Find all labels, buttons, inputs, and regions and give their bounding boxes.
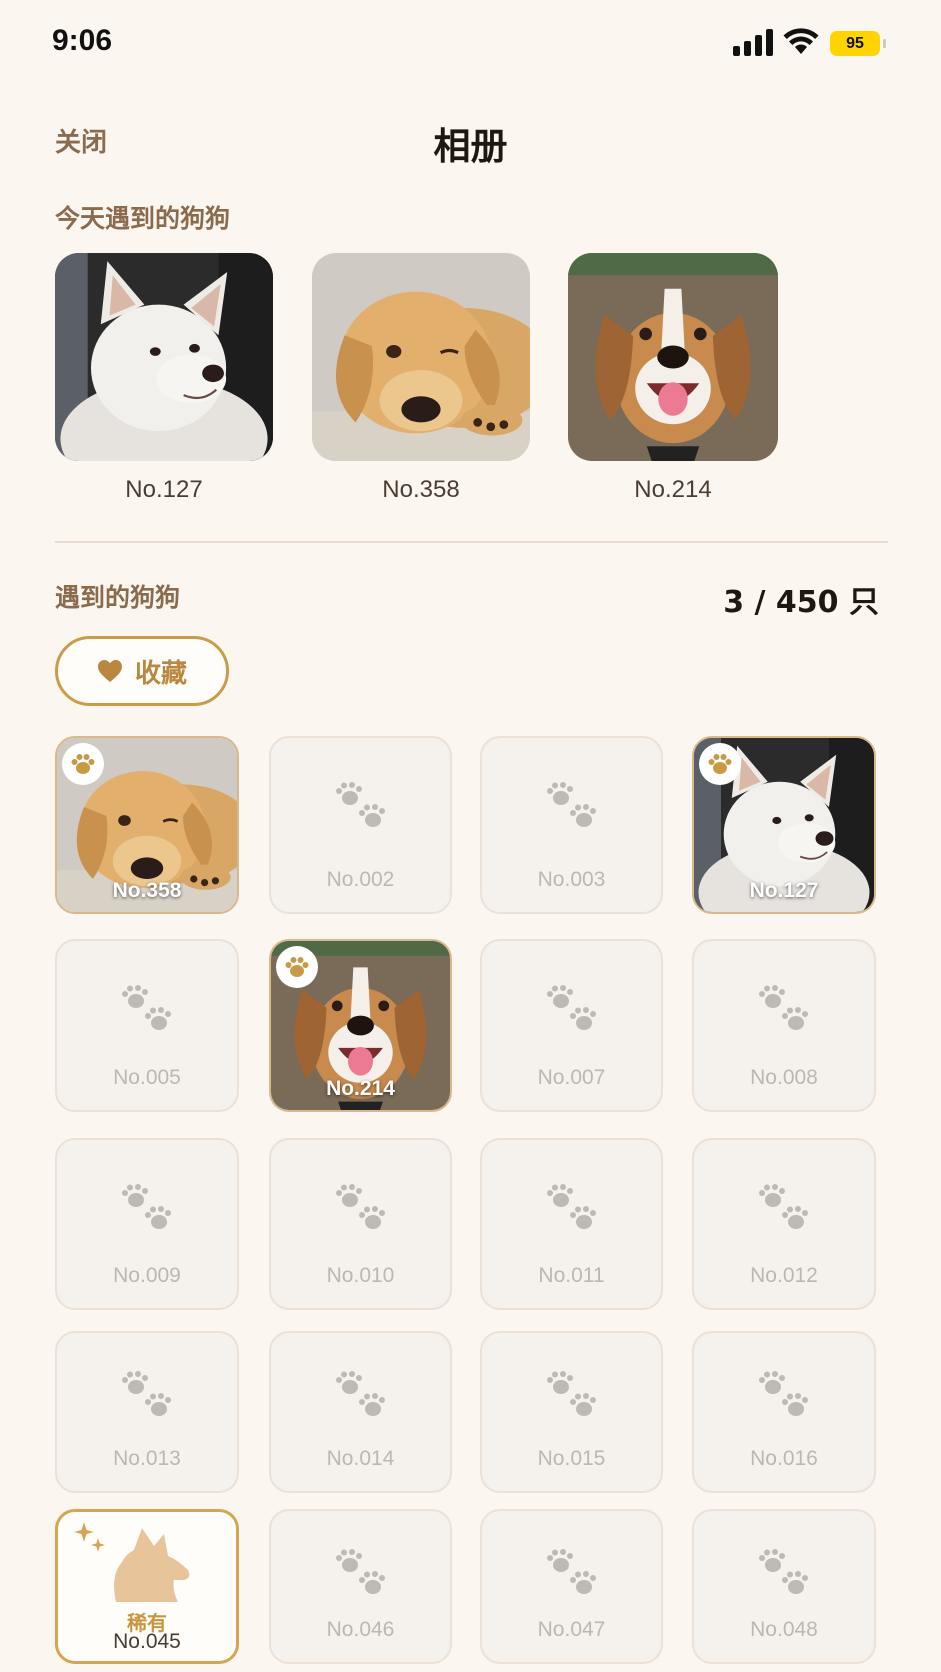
- dog-number: No.214: [326, 1077, 395, 1100]
- locked-dog-slot[interactable]: No.014: [269, 1331, 452, 1493]
- paw-prints-icon: [545, 1371, 599, 1423]
- locked-dog-slot[interactable]: No.011: [480, 1138, 663, 1310]
- locked-dog-slot[interactable]: No.012: [692, 1138, 876, 1310]
- section-divider: [55, 541, 888, 543]
- favorites-button[interactable]: 收藏: [55, 636, 229, 706]
- today-section-title: 今天遇到的狗狗: [55, 204, 231, 233]
- dog-number: No.358: [112, 879, 182, 902]
- dog-number: No.011: [538, 1264, 605, 1287]
- dog-photo: [568, 253, 778, 461]
- rare-dog-slot[interactable]: 稀有 No.045: [55, 1509, 239, 1664]
- paw-prints-icon: [545, 1549, 599, 1601]
- favorites-label: 收藏: [134, 658, 187, 689]
- dog-number: No.008: [750, 1066, 818, 1089]
- paw-prints-icon: [120, 1371, 174, 1423]
- locked-dog-slot[interactable]: No.010: [269, 1138, 452, 1310]
- paw-prints-icon: [120, 1184, 174, 1236]
- paw-prints-icon: [757, 1371, 811, 1423]
- dog-number: No.014: [326, 1447, 395, 1470]
- dog-number: No.047: [537, 1618, 606, 1641]
- paw-prints-icon: [545, 782, 599, 834]
- heart-icon: [97, 660, 122, 682]
- locked-dog-slot[interactable]: No.046: [269, 1509, 452, 1664]
- dog-photo: [312, 253, 530, 461]
- dog-number: No.010: [326, 1264, 395, 1287]
- collected-dog-card[interactable]: No.358: [55, 736, 239, 914]
- sparkle-icon: [74, 1522, 105, 1552]
- dog-number: No.005: [113, 1066, 181, 1089]
- dog-number: No.012: [750, 1264, 818, 1287]
- dog-number: No.045: [113, 1630, 181, 1653]
- cellular-signal-icon: [733, 29, 773, 56]
- locked-dog-slot[interactable]: No.003: [480, 736, 663, 914]
- locked-dog-slot[interactable]: No.015: [480, 1331, 663, 1493]
- paw-badge-icon: [699, 743, 741, 785]
- dog-silhouette-icon: [114, 1528, 190, 1602]
- paw-badge-icon: [62, 743, 104, 785]
- paw-badge-icon: [276, 946, 318, 988]
- today-dog-card[interactable]: No.127: [55, 253, 273, 504]
- paw-prints-icon: [757, 985, 811, 1037]
- status-time: 9:06: [52, 24, 113, 57]
- paw-prints-icon: [545, 1184, 599, 1236]
- collection-section-title: 遇到的狗狗: [55, 583, 181, 612]
- paw-prints-icon: [120, 985, 174, 1037]
- locked-dog-slot[interactable]: No.009: [55, 1138, 239, 1310]
- paw-prints-icon: [334, 1549, 388, 1601]
- dog-number: No.048: [750, 1618, 818, 1641]
- today-dog-card[interactable]: No.358: [312, 253, 530, 504]
- status-bar: 9:06 95: [0, 0, 941, 90]
- battery-indicator: 95: [830, 31, 886, 56]
- locked-dog-slot[interactable]: No.016: [692, 1331, 876, 1493]
- dog-number: No.009: [113, 1264, 181, 1287]
- dog-number: No.214: [634, 476, 712, 503]
- collected-dog-card[interactable]: No.214: [269, 939, 452, 1112]
- today-dogs-row: No.127 No.358 No.214: [55, 253, 895, 513]
- locked-dog-slot[interactable]: No.002: [269, 736, 452, 914]
- dog-number: No.003: [537, 868, 606, 891]
- wifi-icon: [783, 28, 819, 54]
- dog-number: No.007: [537, 1066, 606, 1089]
- dog-number: No.016: [750, 1447, 818, 1470]
- collection-count: 3 / 450 只: [723, 585, 879, 620]
- dog-number: No.013: [113, 1447, 181, 1470]
- paw-prints-icon: [334, 782, 388, 834]
- locked-dog-slot[interactable]: No.008: [692, 939, 876, 1112]
- page-title: 相册: [433, 125, 508, 168]
- collected-dog-card[interactable]: No.127: [692, 736, 876, 914]
- dog-number: No.002: [326, 868, 395, 891]
- dog-photo: [55, 253, 273, 461]
- paw-prints-icon: [334, 1184, 388, 1236]
- today-dog-card[interactable]: No.214: [568, 253, 778, 504]
- locked-dog-slot[interactable]: No.048: [692, 1509, 876, 1664]
- locked-dog-slot[interactable]: No.047: [480, 1509, 663, 1664]
- dog-number: No.015: [537, 1447, 606, 1470]
- locked-dog-slot[interactable]: No.007: [480, 939, 663, 1112]
- locked-dog-slot[interactable]: No.005: [55, 939, 239, 1112]
- paw-prints-icon: [545, 985, 599, 1037]
- dog-number: No.127: [749, 879, 819, 902]
- dog-number: No.127: [125, 476, 203, 503]
- dog-number: No.046: [326, 1618, 395, 1641]
- locked-dog-slot[interactable]: No.013: [55, 1331, 239, 1493]
- paw-prints-icon: [757, 1184, 811, 1236]
- paw-prints-icon: [757, 1549, 811, 1601]
- dog-number: No.358: [382, 476, 460, 503]
- paw-prints-icon: [334, 1371, 388, 1423]
